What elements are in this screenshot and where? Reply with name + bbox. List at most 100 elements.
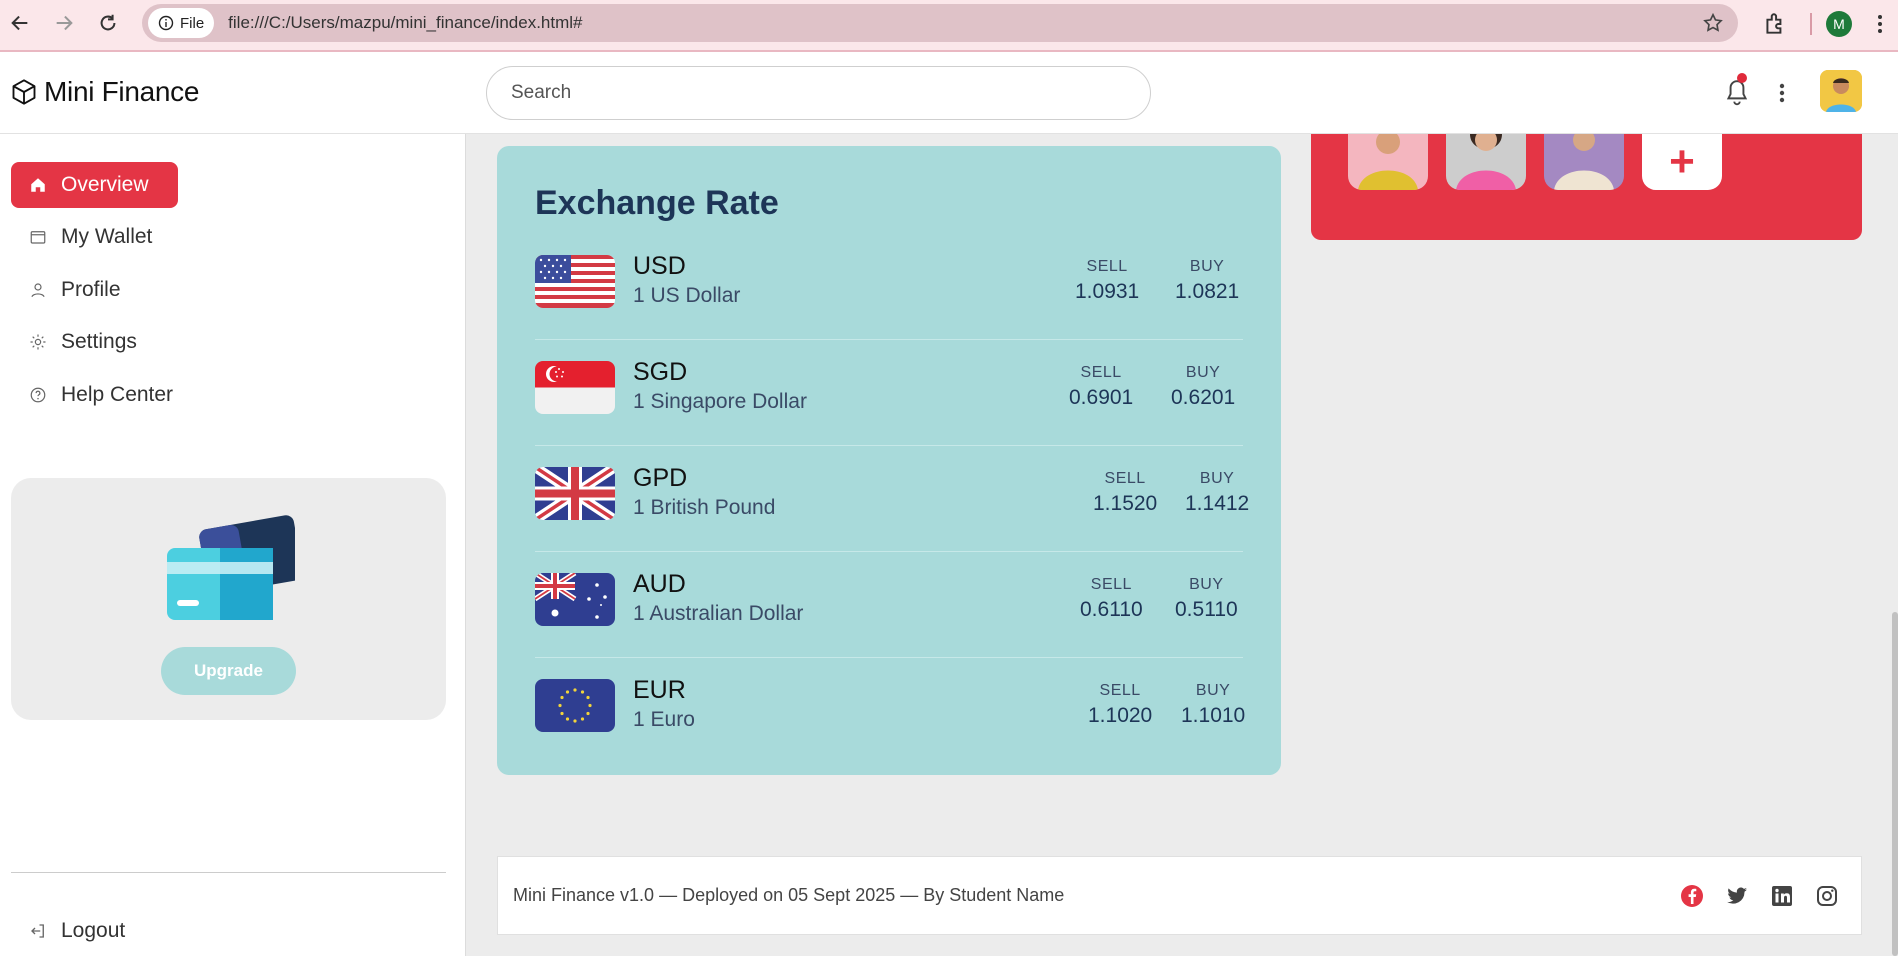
sell-rate: SELL 1.1520 — [1093, 470, 1157, 516]
sell-value: 1.0931 — [1075, 280, 1140, 303]
extensions-icon[interactable] — [1762, 11, 1788, 37]
more-options-icon[interactable] — [1772, 78, 1792, 108]
rate-row-gpd: GPD 1 British Pound SELL 1.1520 BUY 1.14… — [535, 446, 1249, 552]
browser-profile-avatar[interactable]: M — [1826, 11, 1852, 37]
sidebar-item-label: Profile — [61, 278, 121, 301]
help-icon — [30, 387, 46, 403]
sell-rate: SELL 0.6901 — [1069, 364, 1133, 410]
eu-flag-icon — [535, 679, 615, 732]
sell-value: 1.1020 — [1088, 704, 1153, 727]
buy-rate: BUY 1.1010 — [1181, 682, 1245, 728]
logout-button[interactable]: Logout — [11, 911, 125, 951]
bookmark-star-icon[interactable] — [1702, 12, 1724, 34]
sidebar-divider — [11, 872, 446, 873]
linkedin-icon[interactable] — [1770, 884, 1794, 908]
buy-label: BUY — [1189, 576, 1224, 593]
search-input[interactable] — [486, 66, 1151, 120]
user-avatar[interactable] — [1820, 70, 1862, 112]
page-footer: Mini Finance v1.0 — Deployed on 05 Sept … — [497, 856, 1862, 935]
buy-rate: BUY 0.5110 — [1175, 576, 1238, 622]
currency-name: 1 US Dollar — [633, 284, 741, 307]
exchange-rate-card: Exchange Rate USD 1 US Dollar SELL 1.093… — [497, 146, 1281, 775]
sidebar-item-help-center[interactable]: Help Center — [11, 372, 173, 418]
currency-name: 1 British Pound — [633, 496, 776, 519]
url-text[interactable]: file:///C:/Users/mazpu/mini_finance/inde… — [228, 13, 582, 33]
sell-label: SELL — [1080, 364, 1122, 381]
exchange-rate-title: Exchange Rate — [535, 184, 779, 222]
instagram-icon[interactable] — [1815, 884, 1839, 908]
sell-value: 0.6110 — [1080, 598, 1143, 621]
currency-code: SGD — [633, 358, 688, 386]
sidebar-item-label: Settings — [61, 330, 137, 353]
sell-label: SELL — [1090, 576, 1132, 593]
rate-row-sgd: SGD 1 Singapore Dollar SELL 0.6901 BUY 0… — [535, 340, 1243, 446]
sidebar-item-label: Overview — [61, 173, 149, 196]
currency-name: 1 Singapore Dollar — [633, 390, 807, 413]
team-member-avatar[interactable] — [1348, 134, 1428, 190]
sidebar-item-settings[interactable]: Settings — [11, 319, 137, 365]
address-bar[interactable]: File file:///C:/Users/mazpu/mini_finance… — [142, 4, 1738, 42]
upgrade-button[interactable]: Upgrade — [161, 647, 296, 695]
currency-code: USD — [633, 252, 686, 280]
currency-code: EUR — [633, 676, 686, 704]
sidebar-item-my-wallet[interactable]: My Wallet — [11, 214, 152, 260]
buy-value: 1.1010 — [1181, 704, 1246, 727]
twitter-icon[interactable] — [1725, 884, 1749, 908]
team-member-avatar[interactable] — [1446, 134, 1526, 190]
sidebar-item-overview[interactable]: Overview — [11, 162, 178, 208]
sell-value: 1.1520 — [1093, 492, 1158, 515]
buy-label: BUY — [1185, 364, 1221, 381]
sell-label: SELL — [1099, 682, 1141, 699]
buy-rate: BUY 0.6201 — [1171, 364, 1235, 410]
sell-rate: SELL 1.0931 — [1075, 258, 1139, 304]
sell-rate: SELL 0.6110 — [1080, 576, 1143, 622]
uk-flag-icon — [535, 467, 615, 520]
singapore-flag-icon — [535, 361, 615, 414]
currency-name: 1 Euro — [633, 708, 695, 731]
buy-value: 1.0821 — [1175, 280, 1240, 303]
app-header: Mini Finance — [0, 52, 1898, 134]
buy-value: 0.6201 — [1171, 386, 1236, 409]
rate-row-usd: USD 1 US Dollar SELL 1.0931 BUY 1.0821 — [535, 234, 1243, 340]
buy-rate: BUY 1.1412 — [1185, 470, 1249, 516]
buy-value: 0.5110 — [1175, 598, 1238, 621]
rate-row-aud: AUD 1 Australian Dollar SELL 0.6110 BUY … — [535, 552, 1243, 658]
sell-rate: SELL 1.1020 — [1088, 682, 1152, 728]
site-info-chip[interactable]: File — [148, 8, 215, 38]
team-member-avatar[interactable] — [1544, 134, 1624, 190]
team-card: + — [1311, 134, 1862, 240]
browser-actions: M — [1762, 0, 1898, 48]
footer-text: Mini Finance v1.0 — Deployed on 05 Sept … — [513, 885, 1065, 905]
home-icon — [31, 178, 45, 192]
add-member-button[interactable]: + — [1642, 134, 1722, 190]
us-flag-icon — [535, 255, 615, 308]
rate-row-eur: EUR 1 Euro SELL 1.1020 BUY 1.1010 — [535, 658, 1245, 764]
sidebar-item-profile[interactable]: Profile — [11, 267, 121, 313]
logout-label: Logout — [61, 919, 126, 942]
sell-label: SELL — [1104, 470, 1146, 487]
sidebar-item-label: Help Center — [61, 383, 174, 406]
toolbar-separator — [1810, 13, 1812, 35]
buy-label: BUY — [1195, 682, 1231, 699]
logout-icon — [31, 924, 44, 938]
currency-name: 1 Australian Dollar — [633, 602, 804, 625]
facebook-icon[interactable] — [1680, 884, 1704, 908]
buy-rate: BUY 1.0821 — [1175, 258, 1239, 304]
forward-icon[interactable] — [46, 5, 82, 41]
brand-logo[interactable]: Mini Finance — [10, 76, 199, 108]
reload-icon[interactable] — [90, 5, 126, 41]
australia-flag-icon — [535, 573, 615, 626]
browser-menu-icon[interactable] — [1870, 12, 1890, 36]
wallet-icon — [30, 231, 46, 244]
page-scrollbar[interactable] — [1892, 612, 1898, 956]
info-icon — [158, 15, 174, 31]
notification-bell-icon[interactable] — [1724, 78, 1750, 108]
sidebar: Overview My Wallet Profile Settings Help… — [0, 134, 466, 956]
file-chip-label: File — [180, 14, 205, 32]
back-icon[interactable] — [2, 5, 38, 41]
user-icon — [31, 283, 45, 298]
buy-label: BUY — [1199, 470, 1235, 487]
sell-label: SELL — [1086, 258, 1128, 275]
credit-cards-illustration — [167, 515, 295, 620]
notification-dot — [1737, 73, 1747, 83]
